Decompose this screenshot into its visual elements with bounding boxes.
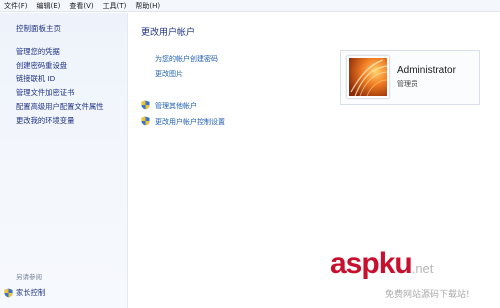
shield-icon (4, 288, 13, 298)
parental-controls-label: 家长控制 (16, 288, 46, 297)
menu-bar: 文件(F) 编辑(E) 查看(V) 工具(T) 帮助(H) (0, 0, 500, 12)
watermark-logo-text: aspku (330, 247, 413, 280)
manage-other-accounts-link[interactable]: 管理其他帐户 (155, 101, 197, 111)
menu-tools[interactable]: 工具(T) (103, 0, 127, 12)
shield-icon (141, 100, 150, 110)
sidebar-item-advanced-profile-properties[interactable]: 配置高级用户配置文件属性 (16, 100, 104, 114)
watermark-logo-suffix: .net (411, 261, 434, 276)
sidebar: 控制面板主页 管理您的凭据 创建密码重设盘 链接联机 ID 管理文件加密证书 配… (0, 13, 128, 308)
page-title: 更改用户帐户 (141, 28, 196, 38)
sidebar-item-link-online-id[interactable]: 链接联机 ID (16, 72, 104, 86)
create-password-link[interactable]: 为您的帐户创建密码 (155, 54, 218, 64)
control-panel-home-link[interactable]: 控制面板主页 (16, 23, 61, 34)
see-also-heading: 另请参阅 (16, 273, 42, 281)
menu-view[interactable]: 查看(V) (69, 0, 93, 12)
watermark-subtitle: 免费网站源码下载站! (385, 290, 470, 300)
uac-settings-link[interactable]: 更改用户帐户控制设置 (155, 117, 225, 127)
sidebar-item-manage-credentials[interactable]: 管理您的凭据 (16, 45, 104, 59)
menu-help[interactable]: 帮助(H) (135, 0, 160, 12)
change-picture-link[interactable]: 更改图片 (155, 69, 183, 79)
account-role: 管理员 (397, 80, 418, 88)
watermark-logo: aspku.net (330, 247, 433, 281)
shield-icon (141, 116, 150, 126)
account-tile: Administrator 管理员 (340, 50, 480, 105)
account-name: Administrator (397, 65, 456, 76)
sidebar-item-environment-variables[interactable]: 更改我的环境变量 (16, 114, 104, 128)
menu-file[interactable]: 文件(F) (4, 0, 28, 12)
parental-controls-link[interactable]: 家长控制 (4, 288, 45, 298)
avatar (347, 56, 389, 98)
menu-edit[interactable]: 编辑(E) (37, 0, 61, 12)
flower-icon (349, 58, 387, 96)
sidebar-item-password-reset-disk[interactable]: 创建密码重设盘 (16, 59, 104, 73)
sidebar-item-encryption-certificates[interactable]: 管理文件加密证书 (16, 86, 104, 100)
sidebar-task-list: 管理您的凭据 创建密码重设盘 链接联机 ID 管理文件加密证书 配置高级用户配置… (16, 45, 104, 127)
